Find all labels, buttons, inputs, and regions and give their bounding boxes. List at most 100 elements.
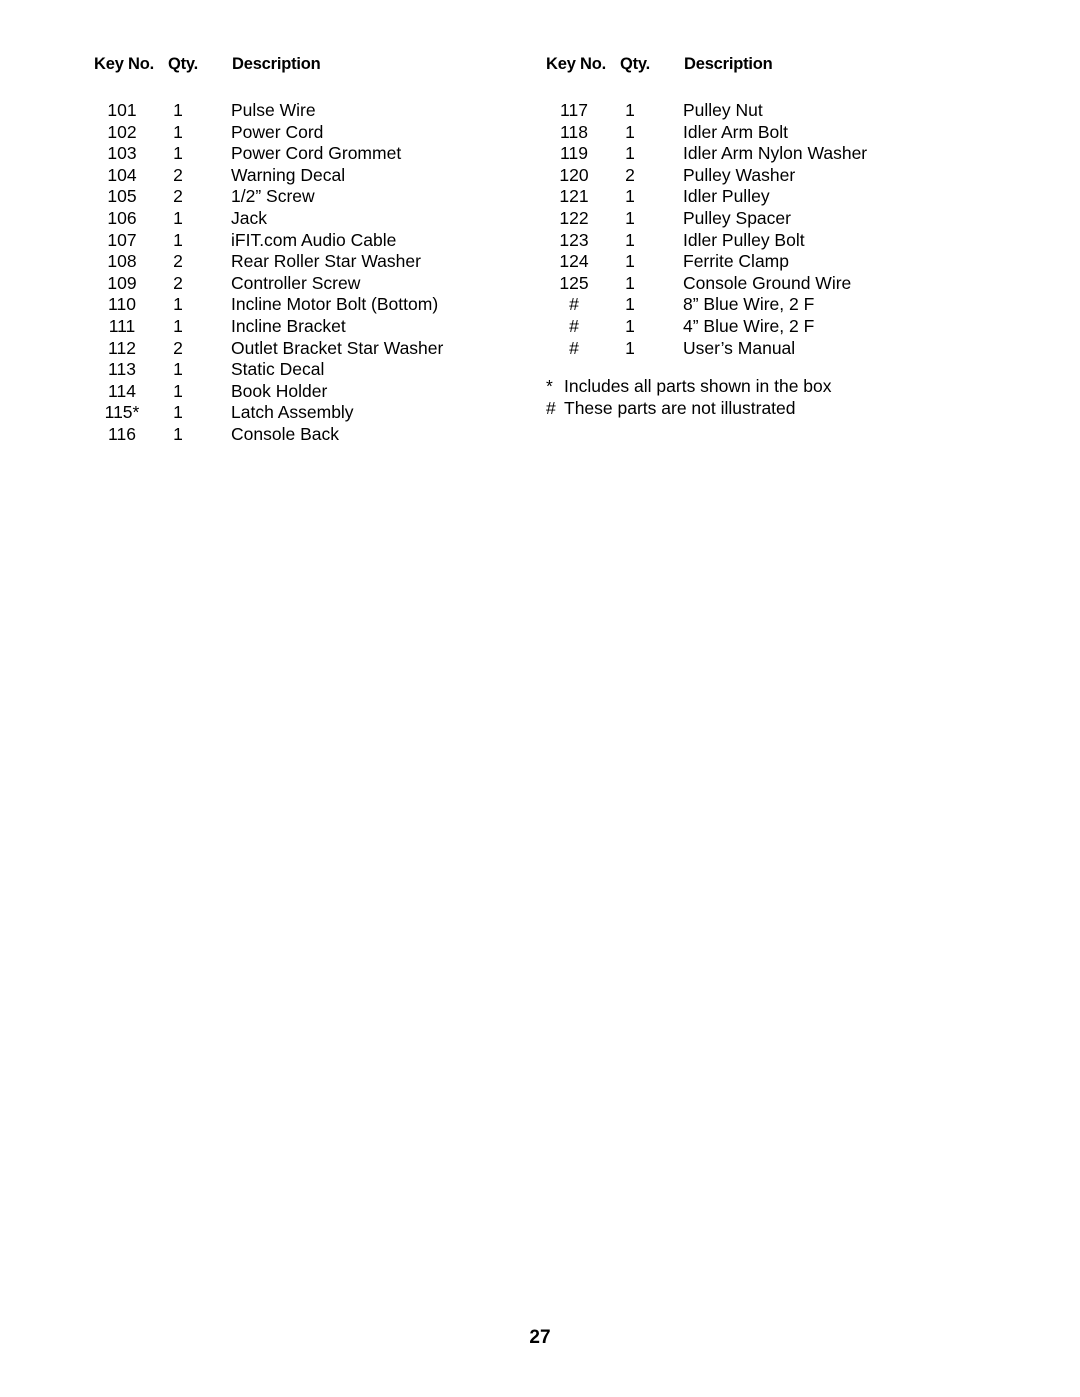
cell-description: Pulley Spacer [683,207,791,228]
footnotes: * Includes all parts shown in the box # Th… [546,376,832,419]
parts-rows-right: 117 1 Pulley Nut 118 1 Idler Arm Bolt 11… [540,100,1000,359]
table-row: 114 1 Book Holder [88,381,528,403]
cell-description: Rear Roller Star Washer [231,251,421,272]
table-row: 113 1 Static Decal [88,359,528,381]
cell-key-no: 116 [108,423,136,444]
cell-key-no: 115* [104,402,140,423]
cell-description: iFIT.com Audio Cable [231,229,397,250]
cell-qty: 1 [173,402,183,423]
cell-description: Idler Pulley Bolt [683,229,805,250]
cell-qty: 1 [173,423,183,444]
header-qty: Qty. [168,55,199,73]
cell-key-no: # [569,315,579,336]
cell-description: Idler Pulley [683,186,770,207]
table-row: 117 1 Pulley Nut [540,100,1000,122]
cell-key-no: 108 [107,251,137,272]
cell-description: Power Cord Grommet [231,143,402,164]
cell-key-no: 123 [559,229,589,250]
table-row: 112 2 Outlet Bracket Star Washer [88,338,528,360]
cell-qty: 1 [625,121,635,142]
cell-qty: 2 [173,186,183,207]
header-key-no: Key No. [546,55,607,73]
cell-description: 1/2” Screw [231,186,315,207]
cell-qty: 1 [625,272,635,293]
cell-key-no: # [569,337,579,358]
cell-qty: 1 [625,100,635,120]
table-row: 102 1 Power Cord [88,122,528,144]
cell-description: Pulley Washer [683,164,796,185]
cell-qty: 1 [625,207,635,228]
table-row: 116 1 Console Back [88,424,528,446]
footnote-text: These parts are not illustrated [564,397,796,418]
table-row: 101 1 Pulse Wire [88,100,528,122]
cell-key-no: 122 [559,207,589,228]
header-description: Description [232,55,321,73]
cell-description: Jack [231,207,267,228]
parts-table-right: Key No. Qty. Description 117 1 Pulley Nu… [540,55,1000,359]
cell-key-no: 104 [107,164,137,185]
header-description: Description [684,55,773,73]
cell-key-no: 101 [107,100,137,120]
parts-table-left: Key No. Qty. Description 101 1 Pulse Wir… [88,55,528,446]
footnote-text: Includes all parts shown in the box [564,376,832,396]
cell-description: Controller Screw [231,272,361,293]
cell-key-no: 120 [559,164,589,185]
cell-key-no: 111 [108,315,136,336]
cell-qty: 1 [173,143,183,164]
cell-key-no: 121 [559,186,589,207]
cell-qty: 1 [173,380,183,401]
cell-qty: 1 [625,294,635,315]
footnote-mark: * [546,376,553,396]
cell-qty: 1 [173,121,183,142]
footnote-hash: # These parts are not illustrated [546,398,832,420]
page-number: 27 [529,1327,551,1348]
table-row: 108 2 Rear Roller Star Washer [88,251,528,273]
table-row: 124 1 Ferrite Clamp [540,251,1000,273]
table-row: 111 1 Incline Bracket [88,316,528,338]
cell-description: Power Cord [231,121,324,142]
cell-key-no: 109 [107,272,137,293]
cell-qty: 1 [625,337,635,358]
cell-description: Outlet Bracket Star Washer [231,337,444,358]
footnote-mark: # [546,397,556,418]
cell-key-no: 103 [107,143,137,164]
column-header-left: Key No. Qty. Description [88,55,528,89]
table-row: 122 1 Pulley Spacer [540,208,1000,230]
table-row: 115* 1 Latch Assembly [88,402,528,424]
cell-key-no: 106 [107,207,137,228]
cell-description: Ferrite Clamp [683,251,789,272]
table-row: 106 1 Jack [88,208,528,230]
cell-key-no: 117 [560,100,588,120]
cell-description: Idler Arm Nylon Washer [683,143,868,164]
cell-qty: 1 [625,186,635,207]
cell-description: Console Ground Wire [683,272,852,293]
header-qty: Qty. [620,55,651,73]
cell-description: Idler Arm Bolt [683,121,789,142]
cell-key-no: # [569,294,579,315]
cell-key-no: 102 [107,121,137,142]
cell-qty: 1 [625,315,635,336]
footnote-asterisk: * Includes all parts shown in the box [546,376,832,398]
cell-description: Incline Bracket [231,315,346,336]
cell-key-no: 105 [107,186,137,207]
table-row: 110 1 Incline Motor Bolt (Bottom) [88,294,528,316]
table-row: 118 1 Idler Arm Bolt [540,122,1000,144]
parts-rows-left: 101 1 Pulse Wire 102 1 Power Cord 103 1 … [88,100,528,446]
cell-qty: 1 [173,207,183,228]
cell-description: Latch Assembly [231,402,354,423]
cell-qty: 1 [625,229,635,250]
cell-key-no: 118 [560,121,588,142]
cell-description: Warning Decal [231,164,346,185]
table-row: 105 2 1/2” Screw [88,186,528,208]
table-row: 119 1 Idler Arm Nylon Washer [540,143,1000,165]
table-row: 125 1 Console Ground Wire [540,273,1000,295]
cell-description: Console Back [231,423,339,444]
parts-list-page: Key No. Qty. Description 101 1 Pulse Wir… [0,0,1080,1397]
cell-key-no: 112 [108,337,136,358]
cell-qty: 1 [173,359,183,380]
cell-key-no: 125 [559,272,589,293]
cell-key-no: 114 [108,380,136,401]
table-row: 120 2 Pulley Washer [540,165,1000,187]
cell-key-no: 107 [107,229,137,250]
header-key-no: Key No. [94,55,155,73]
